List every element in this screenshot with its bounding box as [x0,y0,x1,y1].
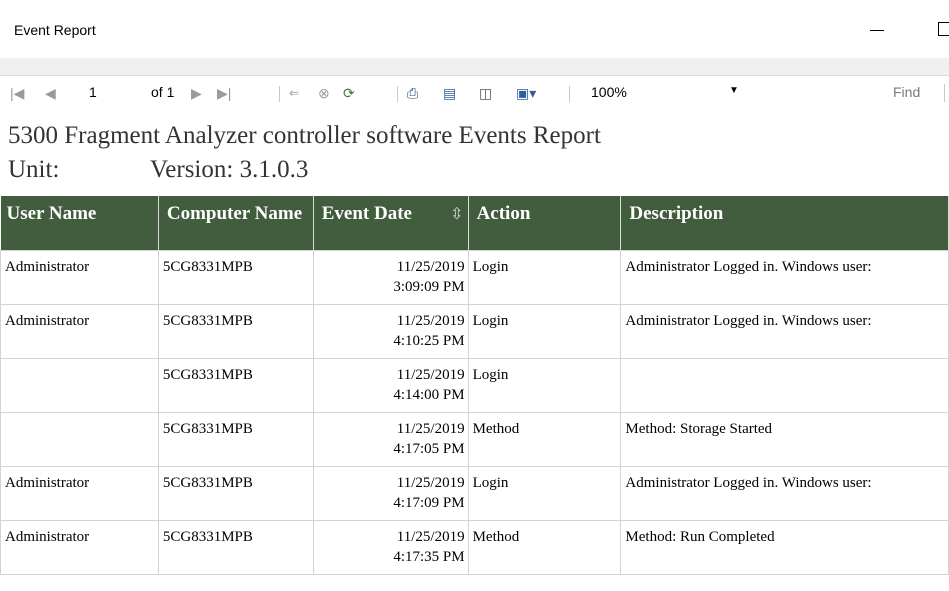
cell-user-name: Administrator [0,249,159,305]
first-page-icon[interactable]: |◀ [10,84,24,102]
window-title: Event Report [14,22,96,38]
event-time: 4:17:35 PM [393,548,465,565]
chevron-down-icon[interactable]: ▼ [729,85,739,96]
toolbar-separator [279,86,280,102]
find-input[interactable] [760,82,880,104]
column-header-computer-name[interactable]: Computer Name [158,196,314,250]
column-header-event-date-label: Event Date [321,203,412,224]
cell-computer-name: 5CG8331MPB [157,249,314,305]
cell-event-date: 11/25/2019 4:14:00 PM [312,357,469,413]
cell-description: Administrator Logged in. Windows user: [620,249,949,305]
print-icon[interactable]: ⎙ [407,84,418,102]
table-row: Administrator 5CG8331MPB 11/25/2019 3:09:… [0,249,949,305]
cell-event-date: 11/25/2019 4:17:09 PM [312,465,469,521]
cell-user-name [0,357,159,413]
table-row: Administrator 5CG8331MPB 11/25/2019 4:17:… [0,519,949,575]
cell-action: Login [467,465,622,521]
cell-action: Login [467,357,622,413]
column-header-event-date[interactable]: ⇳ Event Date [313,196,469,250]
cell-action: Method [467,411,622,467]
cell-event-date: 11/25/2019 4:10:25 PM [312,303,469,359]
toolbar-separator [944,84,945,102]
toolbar-separator [397,86,398,102]
cell-description: Administrator Logged in. Windows user: [620,303,949,359]
table-row: Administrator 5CG8331MPB 11/25/2019 4:17:… [0,465,949,521]
cell-event-date: 11/25/2019 3:09:09 PM [312,249,469,305]
report-toolbar: |◀ ◀ 1 of 1 ▶ ▶| ⇐ ⊗ ⟳ ⎙ ▤ ◫ ▣▾ 100% ▼ F… [0,76,949,112]
cell-computer-name: 5CG8331MPB [157,357,314,413]
event-time: 4:17:05 PM [393,440,465,457]
cell-description: Method: Run Completed [620,519,949,575]
cell-event-date: 11/25/2019 4:17:35 PM [312,519,469,575]
event-time: 4:14:00 PM [393,386,465,403]
toolbar-separator [569,86,570,102]
event-date: 11/25/2019 [396,258,465,275]
cell-action: Method [467,519,622,575]
sort-icon[interactable]: ⇳ [450,203,463,227]
cell-action: Login [467,249,622,305]
cell-computer-name: 5CG8331MPB [157,411,314,467]
refresh-icon[interactable]: ⟳ [343,84,355,102]
event-date: 11/25/2019 [396,420,465,437]
minimize-icon [870,29,884,31]
event-date: 11/25/2019 [396,312,465,329]
title-bar: Event Report [0,0,949,59]
column-header-user-name[interactable]: User Name [0,196,159,250]
minimize-button[interactable] [862,18,892,42]
find-link[interactable]: Find [893,84,920,100]
toolbar-strip [0,58,949,76]
cell-user-name [0,411,159,467]
cell-user-name: Administrator [0,519,159,575]
table-row: Administrator 5CG8331MPB 11/25/2019 4:10:… [0,303,949,359]
print-layout-icon[interactable]: ▤ [443,84,456,102]
cell-user-name: Administrator [0,465,159,521]
cell-event-date: 11/25/2019 4:17:05 PM [312,411,469,467]
version-label: Version: 3.1.0.3 [150,156,309,183]
event-time: 4:17:09 PM [393,494,465,511]
cell-user-name: Administrator [0,303,159,359]
cell-description [620,357,949,413]
page-count-label: of 1 [151,84,175,100]
unit-label: Unit: [8,156,60,183]
event-date: 11/25/2019 [396,474,465,491]
events-table: User Name Computer Name ⇳ Event Date Acti… [0,196,949,575]
event-date: 11/25/2019 [396,366,465,383]
event-date: 11/25/2019 [396,528,465,545]
cell-computer-name: 5CG8331MPB [157,519,314,575]
column-header-action[interactable]: Action [468,196,622,250]
event-time: 4:10:25 PM [393,332,465,349]
event-time: 3:09:09 PM [393,278,465,295]
report-title: 5300 Fragment Analyzer controller softwa… [8,122,601,149]
table-row: 5CG8331MPB 11/25/2019 4:17:05 PM Method M… [0,411,949,467]
last-page-icon[interactable]: ▶| [217,84,231,102]
export-icon[interactable]: ▣▾ [516,84,536,102]
column-header-description[interactable]: Description [620,196,949,250]
stop-icon[interactable]: ⊗ [318,84,330,102]
page-number-input[interactable]: 1 [89,84,97,100]
back-icon[interactable]: ⇐ [289,84,299,102]
table-header-row: User Name Computer Name ⇳ Event Date Acti… [0,196,949,250]
maximize-button[interactable] [938,22,949,36]
zoom-select[interactable]: 100% [591,84,627,100]
cell-computer-name: 5CG8331MPB [157,465,314,521]
page-setup-icon[interactable]: ◫ [479,84,492,102]
cell-computer-name: 5CG8331MPB [157,303,314,359]
next-page-icon[interactable]: ▶ [191,84,202,102]
previous-page-icon[interactable]: ◀ [45,84,56,102]
cell-description: Method: Storage Started [620,411,949,467]
table-row: 5CG8331MPB 11/25/2019 4:14:00 PM Login [0,357,949,413]
cell-action: Login [467,303,622,359]
cell-description: Administrator Logged in. Windows user: [620,465,949,521]
